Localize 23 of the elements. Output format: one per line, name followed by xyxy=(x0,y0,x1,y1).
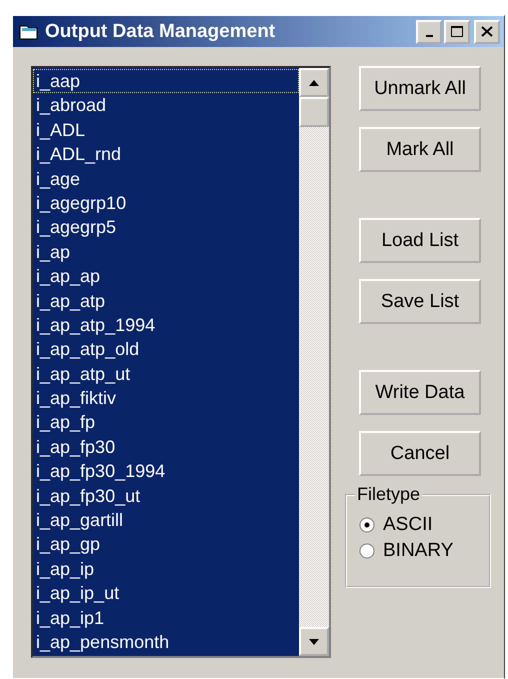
scroll-down-button[interactable] xyxy=(299,627,329,656)
action-button[interactable]: Write Data xyxy=(359,370,481,415)
action-button[interactable]: Load List xyxy=(359,218,481,263)
group-title: Filetype xyxy=(355,484,422,505)
minimize-icon xyxy=(426,35,432,37)
scroll-up-button[interactable] xyxy=(299,68,329,97)
up-arrow-icon xyxy=(309,80,319,86)
action-button[interactable]: Save List xyxy=(359,279,481,324)
down-arrow-icon xyxy=(309,638,319,644)
close-icon xyxy=(481,26,493,37)
maximize-icon xyxy=(450,25,464,38)
window-title: Output Data Management xyxy=(45,20,276,42)
scrollbar-thumb[interactable] xyxy=(299,97,329,127)
maximize-button[interactable] xyxy=(444,20,470,44)
radio-option[interactable]: BINARY xyxy=(359,538,454,564)
action-button[interactable]: Unmark All xyxy=(359,66,481,111)
action-button[interactable]: Cancel xyxy=(359,431,481,476)
minimize-button[interactable] xyxy=(416,20,442,44)
folder-icon xyxy=(19,22,39,40)
list-item[interactable]: i_aap xyxy=(33,69,299,94)
radio-option[interactable]: ASCII xyxy=(359,512,433,538)
action-button[interactable]: Mark All xyxy=(359,127,481,172)
close-button[interactable] xyxy=(474,20,500,44)
